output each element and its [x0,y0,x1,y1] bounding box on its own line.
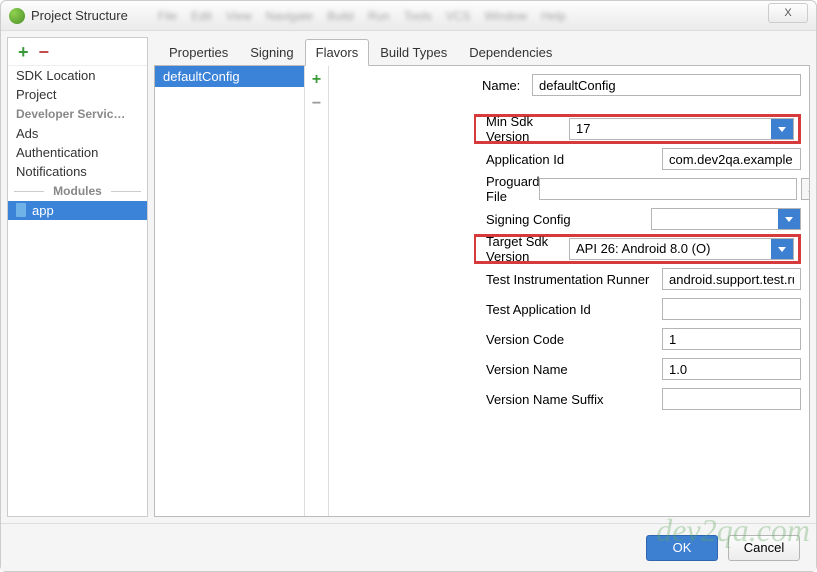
signing-label: Signing Config [482,212,651,227]
sidebar-section-modules: Modules [8,181,147,201]
module-icon [16,203,26,217]
row-version-suffix: Version Name Suffix [482,384,801,414]
app-id-label: Application Id [482,152,662,167]
app-icon [9,8,25,24]
flavor-list-area: defaultConfig [155,66,304,516]
target-sdk-combo[interactable]: API 26: Android 8.0 (O) [569,238,794,260]
row-proguard: Proguard File … [482,174,801,204]
tab-flavors[interactable]: Flavors [305,39,370,66]
chevron-down-icon[interactable] [778,209,800,229]
row-version-code: Version Code [482,324,801,354]
main-panel: Properties Signing Flavors Build Types D… [154,37,810,517]
flavor-item-defaultconfig[interactable]: defaultConfig [155,66,304,87]
version-name-input[interactable] [662,358,801,380]
sidebar-item-notifications[interactable]: Notifications [8,162,147,181]
sidebar-item-authentication[interactable]: Authentication [8,143,147,162]
footer: OK Cancel [1,523,816,571]
tab-signing[interactable]: Signing [239,39,304,66]
tab-dependencies[interactable]: Dependencies [458,39,563,66]
chevron-down-icon[interactable] [771,239,793,259]
window-title: Project Structure [31,8,128,23]
sidebar-section-developer-services: Developer Servic… [8,104,147,124]
name-row: Name: [482,74,801,96]
test-app-id-label: Test Application Id [482,302,662,317]
sidebar-item-ads[interactable]: Ads [8,124,147,143]
add-icon[interactable]: + [18,43,29,61]
cancel-button[interactable]: Cancel [728,535,800,561]
min-sdk-label: Min Sdk Version [482,114,569,144]
title-bar: Project Structure FileEditViewNavigateBu… [1,1,816,31]
sidebar-item-sdk-location[interactable]: SDK Location [8,66,147,85]
ok-button[interactable]: OK [646,535,718,561]
proguard-label: Proguard File [482,174,539,204]
row-application-id: Application Id [482,144,801,174]
add-flavor-icon[interactable]: + [312,72,321,88]
row-test-app-id: Test Application Id [482,294,801,324]
row-target-sdk: Target Sdk Version API 26: Android 8.0 (… [474,234,801,264]
test-runner-input[interactable] [662,268,801,290]
signing-combo[interactable] [651,208,801,230]
flavor-tools: + − [305,66,329,516]
proguard-input[interactable] [539,178,797,200]
row-signing-config: Signing Config [482,204,801,234]
version-code-input[interactable] [662,328,801,350]
signing-value [652,209,778,229]
flavor-list: defaultConfig [155,66,305,516]
version-name-label: Version Name [482,362,662,377]
min-sdk-value: 17 [570,119,771,139]
row-test-runner: Test Instrumentation Runner [482,264,801,294]
tab-body: defaultConfig + − Name: Min Sdk Version [154,65,810,517]
tabs: Properties Signing Flavors Build Types D… [154,37,810,65]
remove-flavor-icon[interactable]: − [312,96,321,112]
proguard-browse-button[interactable]: … [801,178,809,200]
version-suffix-label: Version Name Suffix [482,392,662,407]
form-area: Name: Min Sdk Version 17 App [474,66,809,516]
version-code-label: Version Code [482,332,662,347]
sidebar: + − SDK Location Project Developer Servi… [7,37,148,517]
test-app-id-input[interactable] [662,298,801,320]
test-runner-label: Test Instrumentation Runner [482,272,662,287]
sidebar-item-app[interactable]: app [8,201,147,220]
close-button[interactable]: X [768,3,808,23]
version-suffix-input[interactable] [662,388,801,410]
blurred-menu: FileEditViewNavigateBuildRunToolsVCSWind… [158,9,566,23]
remove-icon[interactable]: − [39,43,50,61]
sidebar-item-label: app [32,203,54,218]
target-sdk-value: API 26: Android 8.0 (O) [570,239,771,259]
tab-properties[interactable]: Properties [158,39,239,66]
tab-build-types[interactable]: Build Types [369,39,458,66]
row-min-sdk: Min Sdk Version 17 [474,114,801,144]
chevron-down-icon[interactable] [771,119,793,139]
sidebar-item-project[interactable]: Project [8,85,147,104]
sidebar-toolbar: + − [8,38,147,66]
target-sdk-label: Target Sdk Version [482,234,569,264]
content-area: + − SDK Location Project Developer Servi… [1,31,816,523]
row-version-name: Version Name [482,354,801,384]
app-id-input[interactable] [662,148,801,170]
flavor-wrap: defaultConfig + − [155,66,474,516]
name-input[interactable] [532,74,801,96]
name-label: Name: [482,78,524,93]
min-sdk-combo[interactable]: 17 [569,118,794,140]
project-structure-window: Project Structure FileEditViewNavigateBu… [0,0,817,572]
